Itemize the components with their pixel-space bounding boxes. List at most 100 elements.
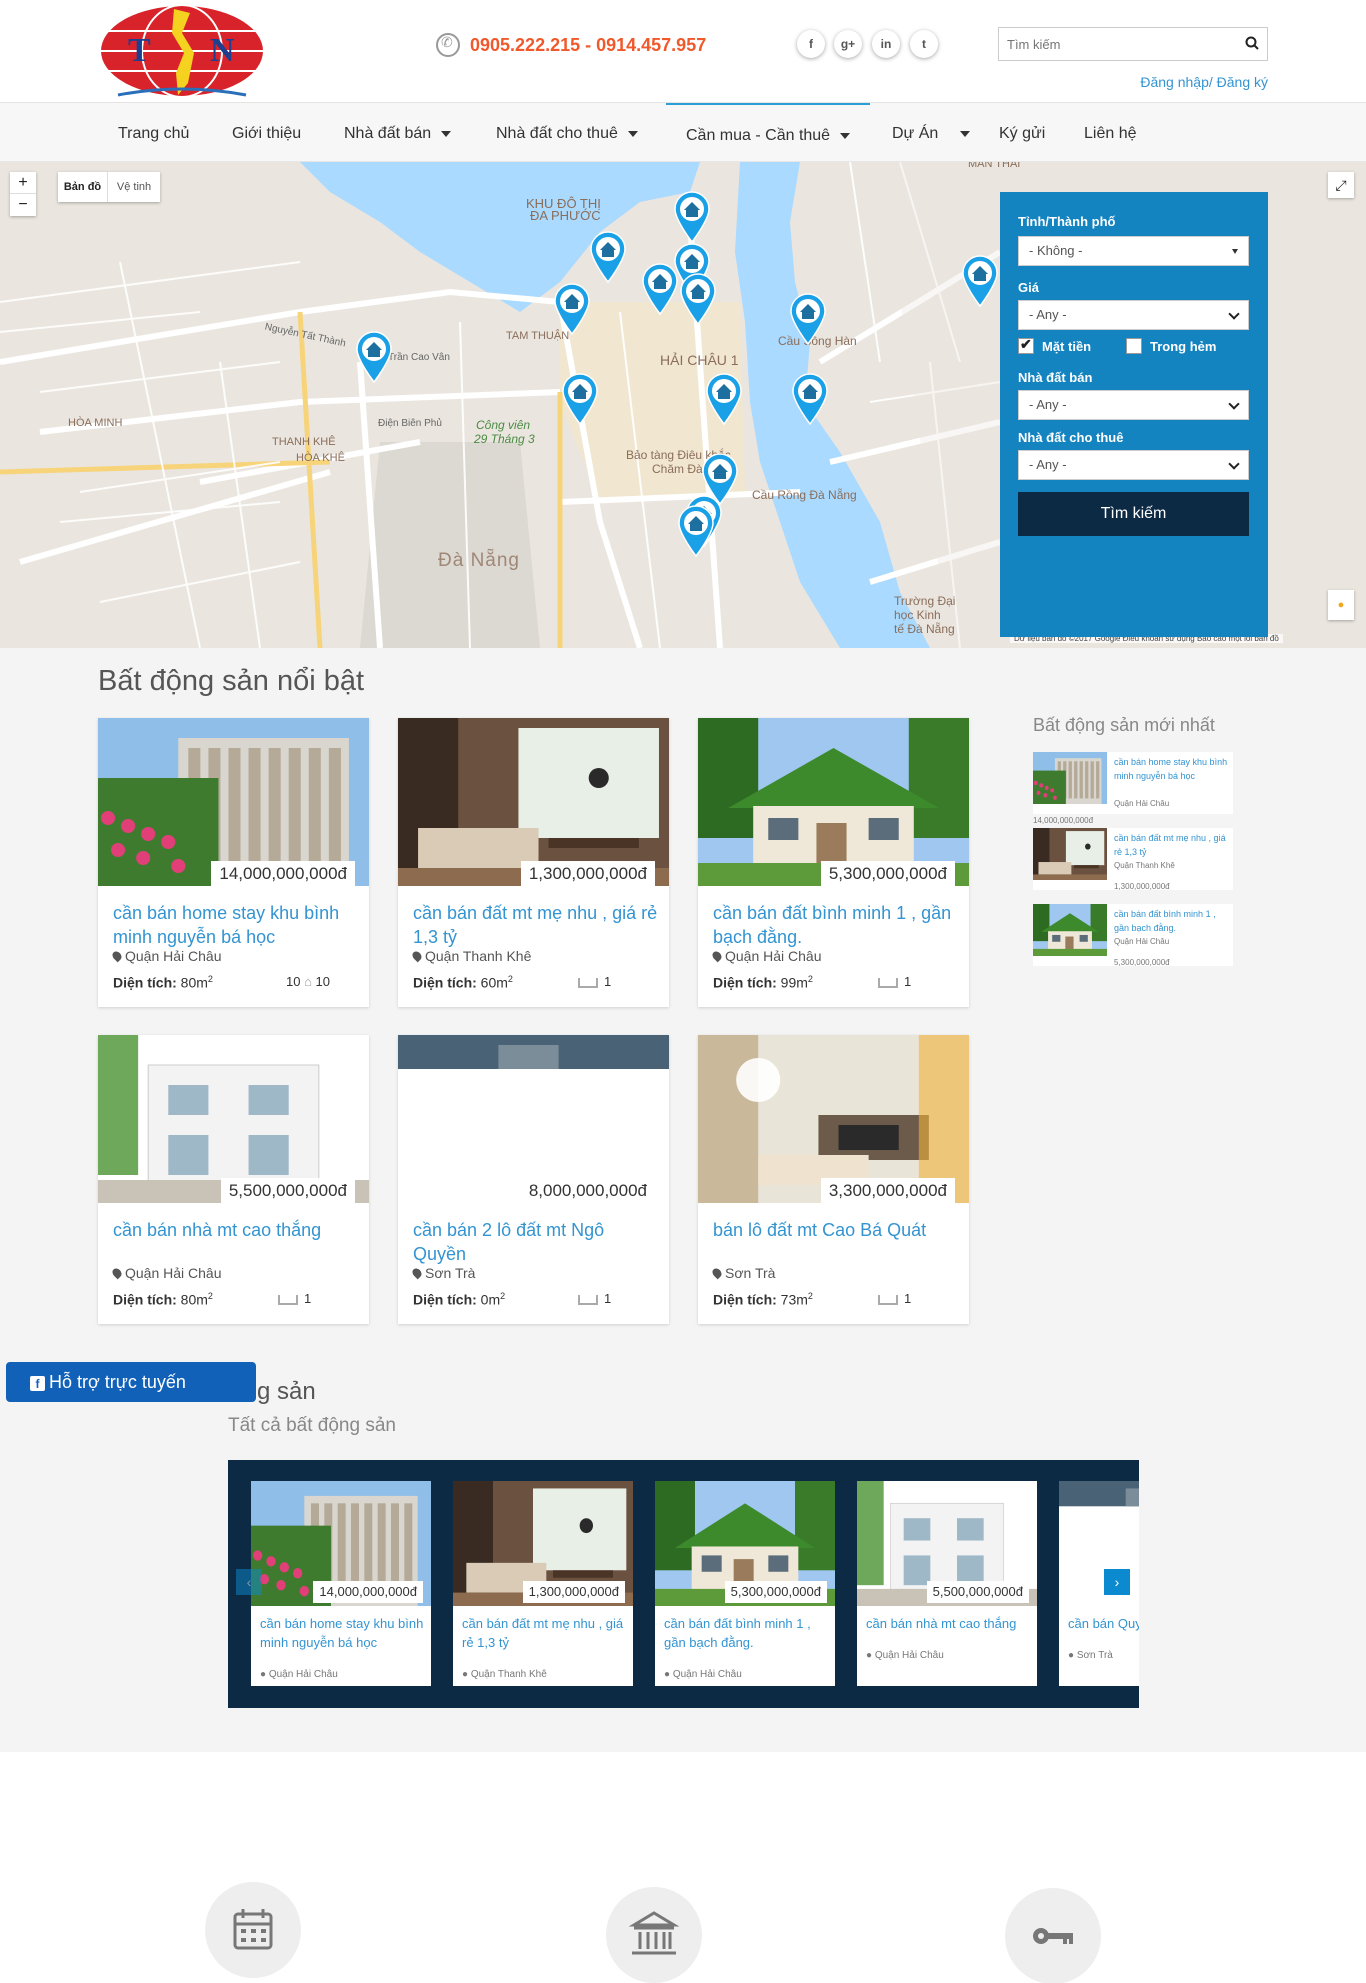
carousel-card[interactable]: 14,000,000,000đ cần bán home stay khu bì…: [251, 1481, 431, 1686]
nav-wanted[interactable]: Cần mua - Cần thuê: [666, 103, 871, 162]
property-card[interactable]: 3,300,000,000đ bán lô đất mt Cao Bá Quát…: [698, 1035, 969, 1324]
property-title[interactable]: cần bán nhà mt cao thắng: [113, 1218, 358, 1242]
nav-home[interactable]: Trang chủ: [118, 103, 189, 162]
carousel-card[interactable]: 1,300,000,000đ cần bán đất mt mẹ nhu , g…: [453, 1481, 633, 1686]
property-title[interactable]: cần bán đất bình minh 1 , gần bạch đằng.: [713, 901, 958, 949]
bed-icon: [878, 977, 898, 988]
zoom-out-button[interactable]: −: [10, 194, 36, 216]
nav-for-rent[interactable]: Nhà đất cho thuê: [496, 103, 638, 162]
newest-title-link[interactable]: cần bán đất mt mẹ nhu , giá rẻ 1,3 tỷ: [1114, 831, 1231, 859]
newest-thumb[interactable]: [1033, 828, 1107, 880]
map-pin-icon[interactable]: [790, 372, 830, 426]
property-card[interactable]: 5,300,000,000đ cần bán đất bình minh 1 ,…: [698, 718, 969, 1007]
company-logo[interactable]: T N: [98, 3, 266, 99]
carousel-title[interactable]: cần bán Quyền: [1068, 1614, 1139, 1633]
front-checkbox[interactable]: Mặt tiền: [1018, 336, 1091, 354]
map-pin-icon[interactable]: [788, 292, 828, 346]
rent-select[interactable]: - Any -: [1018, 450, 1249, 480]
map-type-satellite[interactable]: Vệ tinh: [108, 172, 160, 202]
map-label: học Kinh: [894, 608, 941, 622]
login-register-link[interactable]: Đăng nhập/ Đăng ký: [1140, 74, 1268, 90]
map-label: Công viên: [476, 418, 531, 432]
newest-thumb[interactable]: [1033, 752, 1107, 804]
carousel-card[interactable]: 5,300,000,000đ cần bán đất bình minh 1 ,…: [655, 1481, 835, 1686]
carousel-prev-button[interactable]: ‹: [236, 1569, 262, 1595]
map-pin-icon[interactable]: [678, 272, 718, 326]
bed-count: 1: [904, 974, 912, 989]
property-price: 8,000,000,000đ: [520, 1178, 655, 1204]
property-title[interactable]: bán lô đất mt Cao Bá Quát: [713, 1218, 958, 1242]
property-price: 3,300,000,000đ: [820, 1178, 955, 1204]
street-view-icon[interactable]: ●: [1328, 590, 1354, 620]
sale-value: - Any -: [1029, 397, 1067, 412]
sale-select[interactable]: - Any -: [1018, 390, 1249, 420]
property-location: Quận Hải Châu: [110, 948, 222, 964]
carousel-title[interactable]: cần bán nhà mt cao thắng: [866, 1614, 1031, 1633]
location-text: Sơn Trà: [725, 1265, 776, 1281]
google-plus-icon[interactable]: g+: [834, 30, 862, 58]
area-label: Diện tích:: [113, 1291, 177, 1308]
map-pin-icon[interactable]: [960, 254, 1000, 308]
property-card[interactable]: 14,000,000,000đ cần bán home stay khu bì…: [98, 718, 369, 1007]
hotline-number: 0905.222.215 - 0914.457.957: [470, 34, 707, 55]
carousel-card[interactable]: 5,500,000,000đ cần bán nhà mt cao thắng …: [857, 1481, 1037, 1686]
newest-title-link[interactable]: cần bán home stay khu bình minh nguyễn b…: [1114, 755, 1231, 783]
carousel-location: ● Quận Hải Châu: [866, 1650, 944, 1661]
property-map[interactable]: KHU ĐÔ THỊ ĐA PHƯỚC HẢI CHÂU 1 Đà Nẵng T…: [0, 162, 1366, 648]
carousel-price: 1,300,000,000đ: [522, 1581, 625, 1603]
all-properties-heading: g sản: [257, 1378, 316, 1405]
carousel-title[interactable]: cần bán home stay khu bình minh nguyễn b…: [260, 1614, 425, 1652]
facebook-icon[interactable]: f: [797, 30, 825, 58]
map-pin-icon[interactable]: [552, 282, 592, 336]
fullscreen-icon[interactable]: ⤢: [1328, 172, 1354, 198]
nav-label: Liên hệ: [1084, 125, 1137, 142]
alley-checkbox[interactable]: Trong hẻm: [1126, 338, 1216, 354]
support-button[interactable]: f Hỗ trợ trực tuyến: [6, 1362, 256, 1402]
map-pin-icon[interactable]: [354, 330, 394, 384]
property-card[interactable]: 5,500,000,000đ cần bán nhà mt cao thắng …: [98, 1035, 369, 1324]
area-label: Diện tích:: [113, 974, 177, 991]
price-select[interactable]: - Any -: [1018, 300, 1249, 330]
property-title[interactable]: cần bán home stay khu bình minh nguyễn b…: [113, 901, 358, 949]
bed-count: 1: [904, 1291, 912, 1306]
nav-for-sale[interactable]: Nhà đất bán: [344, 103, 452, 162]
map-pin-icon[interactable]: [676, 504, 716, 558]
carousel-title[interactable]: cần bán đất mt mẹ nhu , giá rẻ 1,3 tỷ: [462, 1614, 627, 1652]
carousel-title[interactable]: cần bán đất bình minh 1 , gần bạch đằng.: [664, 1614, 829, 1652]
twitter-icon[interactable]: t: [910, 30, 938, 58]
property-rooms: 1: [878, 974, 911, 989]
header-search: [998, 27, 1268, 61]
newest-item[interactable]: cần bán home stay khu bình minh nguyễn b…: [1033, 752, 1233, 825]
property-card[interactable]: 1,300,000,000đ cần bán đất mt mẹ nhu , g…: [398, 718, 669, 1007]
newest-item[interactable]: cần bán đất bình minh 1 , gần bạch đằng.…: [1033, 904, 1233, 967]
map-pin-icon[interactable]: [672, 190, 712, 244]
map-label: MÂN THÁI: [968, 162, 1021, 170]
bed-icon: [578, 977, 598, 988]
hotline[interactable]: 0905.222.215 - 0914.457.957: [436, 33, 706, 57]
nav-projects[interactable]: Dự Án: [892, 103, 971, 162]
carousel-next-button[interactable]: ›: [1104, 1569, 1130, 1595]
newest-title-link[interactable]: cần bán đất bình minh 1 , gần bạch đằng.: [1114, 907, 1231, 935]
nav-about[interactable]: Giới thiệu: [232, 103, 301, 162]
property-title[interactable]: cần bán 2 lô đất mt Ngô Quyền: [413, 1218, 658, 1266]
search-button[interactable]: Tìm kiếm: [1018, 492, 1249, 536]
location-text: Quận Thanh Khê: [425, 948, 532, 964]
search-icon[interactable]: [1245, 36, 1259, 50]
zoom-in-button[interactable]: +: [10, 172, 36, 194]
property-card[interactable]: 8,000,000,000đ cần bán 2 lô đất mt Ngô Q…: [398, 1035, 669, 1324]
search-input[interactable]: [999, 28, 1229, 60]
map-pin-icon[interactable]: [704, 372, 744, 426]
map-pin-icon[interactable]: [588, 230, 628, 284]
newest-thumb[interactable]: [1033, 904, 1107, 956]
map-pin-icon[interactable]: [560, 372, 600, 426]
property-title[interactable]: cần bán đất mt mẹ nhu , giá rẻ 1,3 tỷ: [413, 901, 658, 949]
map-type-map[interactable]: Bản đồ: [58, 172, 108, 202]
linkedin-icon[interactable]: in: [872, 30, 900, 58]
province-select[interactable]: - Không -: [1018, 236, 1249, 266]
newest-item[interactable]: cần bán đất mt mẹ nhu , giá rẻ 1,3 tỷ Qu…: [1033, 828, 1233, 891]
nav-contact[interactable]: Liên hệ: [1084, 103, 1137, 162]
all-properties-link[interactable]: Tất cả bất động sản: [228, 1415, 396, 1437]
area-label: Diện tích:: [413, 1291, 477, 1308]
nav-consign[interactable]: Ký gửi: [999, 103, 1045, 162]
area-value: 0m: [480, 1291, 501, 1308]
